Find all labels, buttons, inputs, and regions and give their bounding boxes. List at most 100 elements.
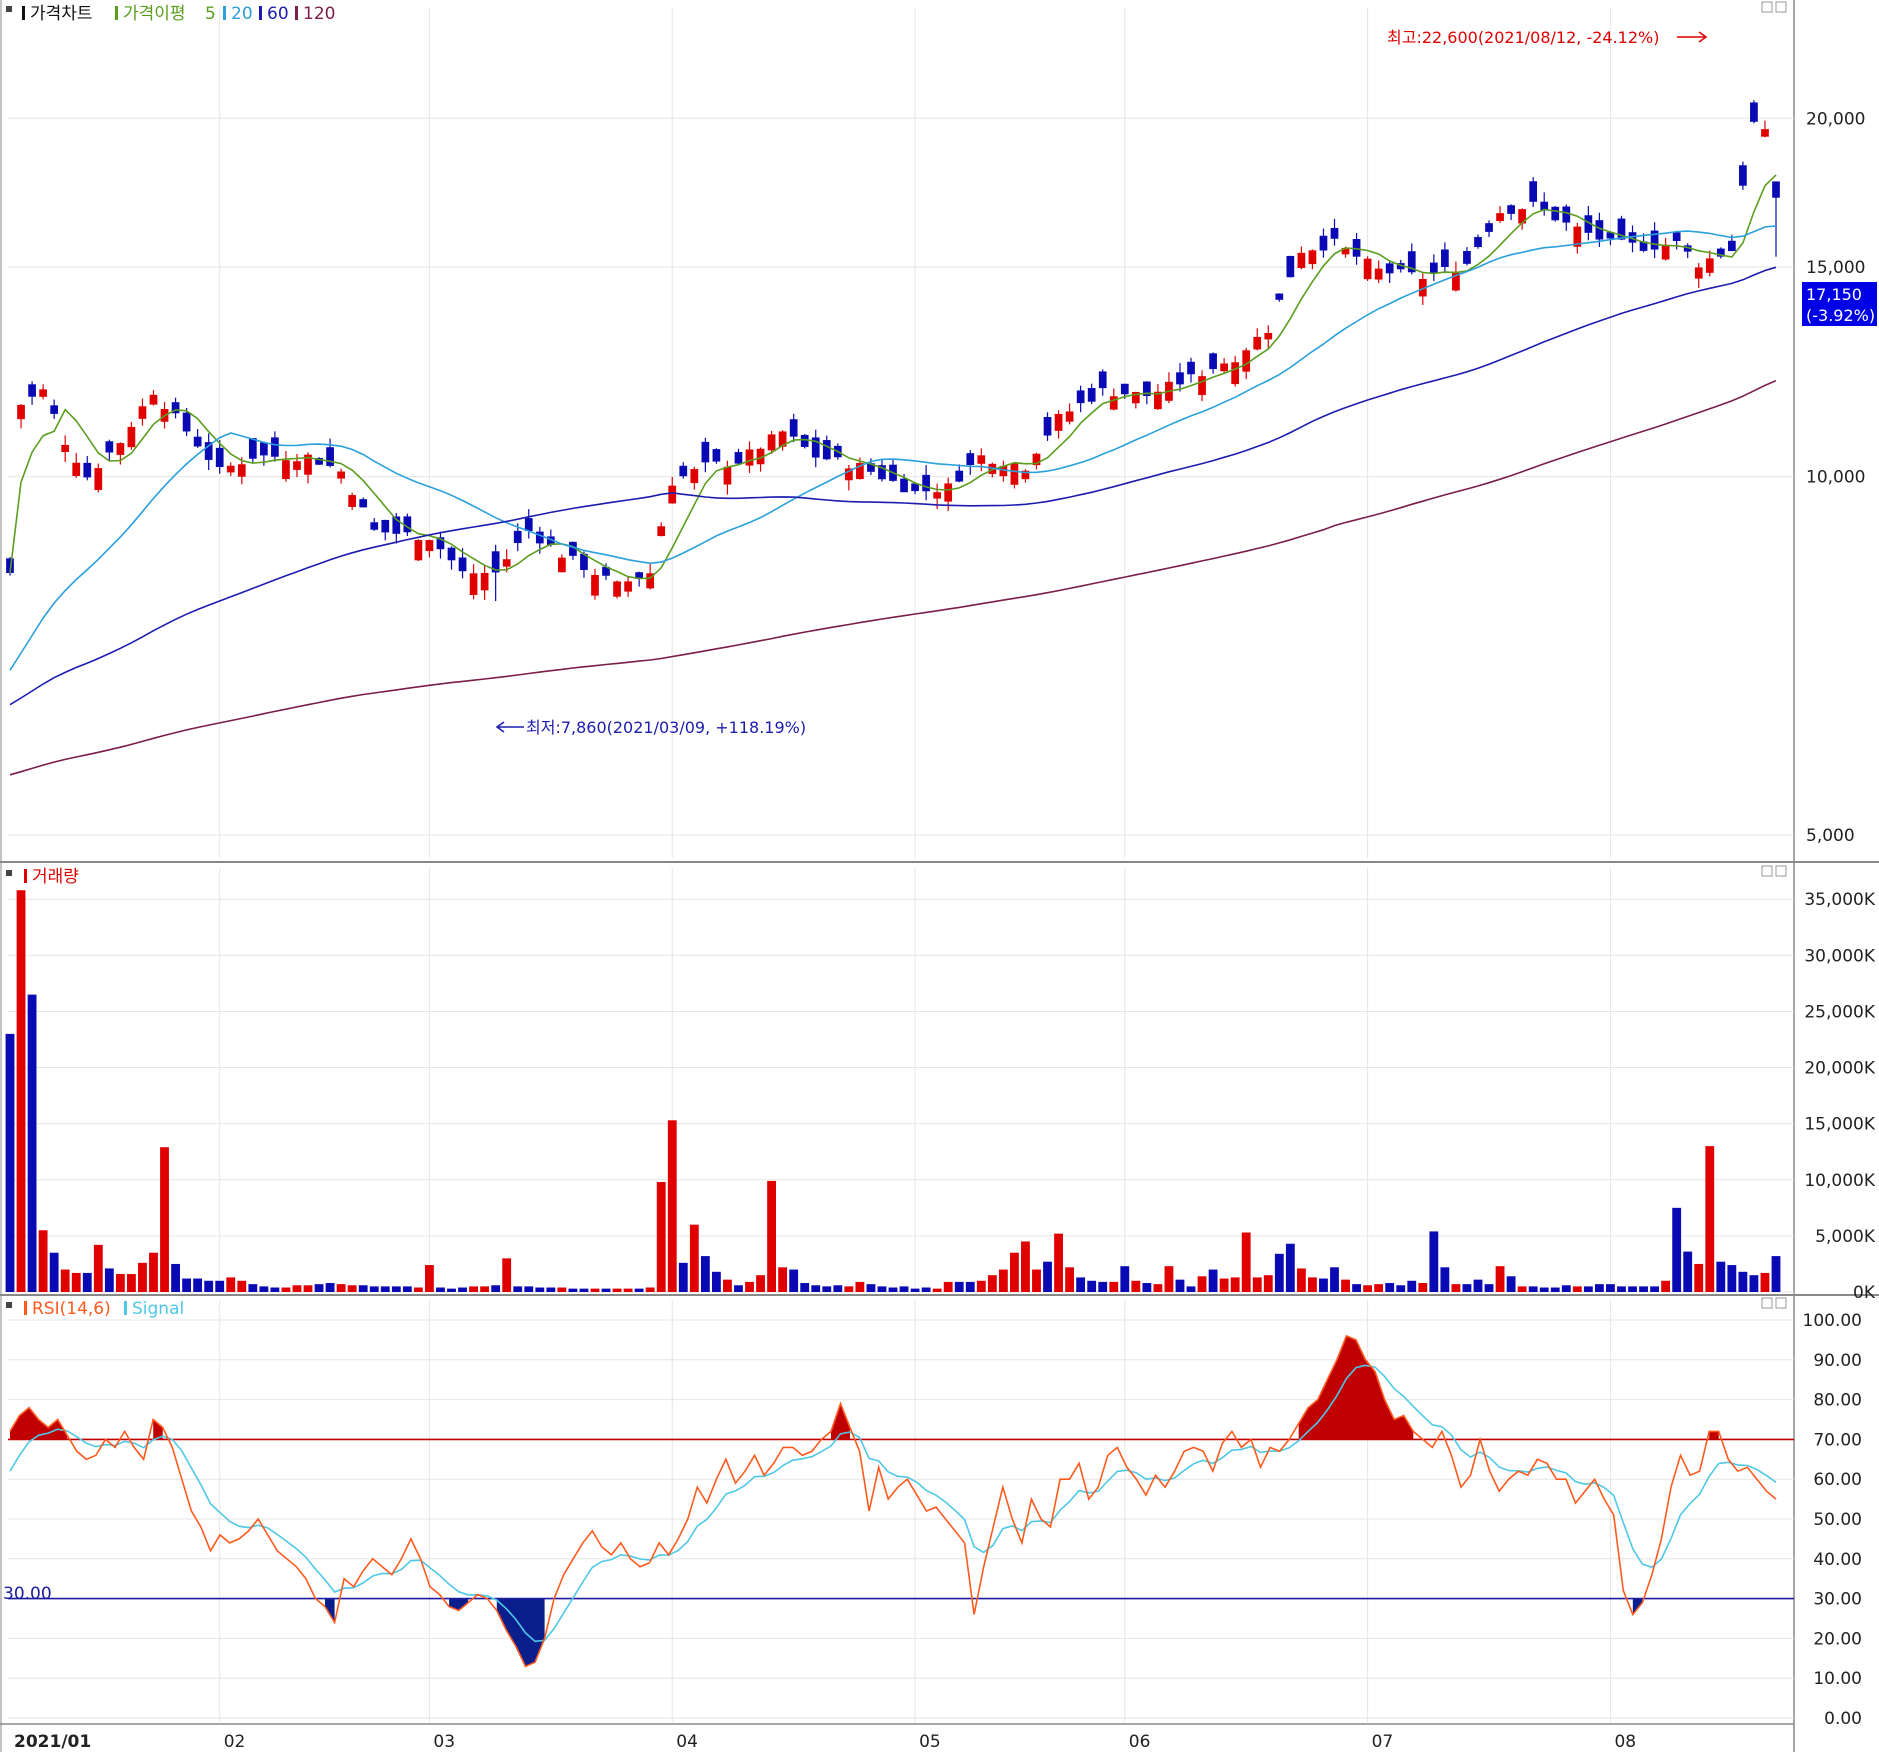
volume-bar xyxy=(259,1286,269,1292)
volume-bar xyxy=(1319,1278,1328,1292)
ma120-legend-marker xyxy=(295,6,298,20)
volume-bar xyxy=(1175,1279,1185,1292)
volume-bar xyxy=(601,1288,611,1292)
candle-body xyxy=(513,530,522,544)
candle-body xyxy=(94,468,103,491)
volume-bar xyxy=(325,1283,335,1292)
low-annotation: 최저:7,860(2021/03/09, +118.19%) xyxy=(526,718,806,737)
volume-bar xyxy=(1639,1286,1648,1292)
rsi-tick-label: 0.00 xyxy=(1824,1709,1862,1729)
volume-bar xyxy=(1374,1284,1384,1292)
candle-body xyxy=(61,444,70,452)
volume-bar xyxy=(844,1286,854,1292)
candle-body xyxy=(1231,362,1240,385)
candle-body xyxy=(1275,293,1284,300)
volume-bar xyxy=(1120,1266,1130,1292)
volume-tick-label: 10,000K xyxy=(1804,1171,1875,1191)
candle-body xyxy=(414,540,423,561)
ma20-legend-marker xyxy=(223,6,226,20)
volume-bar xyxy=(1131,1280,1141,1292)
candle-body xyxy=(447,547,456,561)
volume-bar xyxy=(1230,1277,1240,1292)
volume-bar xyxy=(270,1287,280,1292)
candle-body xyxy=(1187,361,1195,375)
candle-body xyxy=(237,464,246,477)
candle-body xyxy=(182,412,191,432)
panel-menu-icon[interactable] xyxy=(6,6,12,12)
volume-bar xyxy=(1308,1277,1317,1292)
candle-body xyxy=(767,434,776,451)
volume-bar xyxy=(1241,1232,1251,1292)
volume-bar xyxy=(1142,1283,1152,1292)
candle-body xyxy=(1209,353,1217,370)
high-annotation: 최고:22,600(2021/08/12, -24.12%) xyxy=(1387,28,1659,47)
candle-body xyxy=(116,443,125,455)
panel-menu-icon[interactable] xyxy=(6,870,12,876)
month-tick-label: 03 xyxy=(433,1732,455,1752)
candle-body xyxy=(458,557,467,572)
month-tick-label: 06 xyxy=(1129,1732,1151,1752)
volume-bar xyxy=(1065,1267,1075,1292)
volume-bar xyxy=(27,994,37,1292)
candle-body xyxy=(1076,390,1085,404)
volume-bar xyxy=(204,1280,214,1292)
rsi-overbought-fill xyxy=(1709,1431,1719,1440)
rsi-tick-label: 40.00 xyxy=(1813,1550,1862,1570)
volume-bar xyxy=(1363,1285,1373,1292)
rsi-tick-label: 20.00 xyxy=(1813,1629,1862,1649)
volume-bar xyxy=(480,1286,490,1292)
volume-bar xyxy=(126,1274,136,1292)
volume-bar xyxy=(535,1287,545,1292)
candle-body xyxy=(944,483,953,502)
candle-body xyxy=(723,466,732,485)
ma120-legend: 120 xyxy=(303,4,335,24)
candle-body xyxy=(1220,363,1228,372)
volume-bar xyxy=(932,1288,942,1292)
volume-bar xyxy=(822,1286,832,1292)
volume-bar xyxy=(1749,1275,1759,1292)
candle-body xyxy=(348,495,357,507)
volume-bar xyxy=(723,1279,732,1292)
volume-bar xyxy=(513,1286,523,1292)
candle-body xyxy=(800,434,809,447)
volume-bar xyxy=(833,1285,843,1292)
rsi-legend-marker xyxy=(24,1301,27,1315)
volume-bar xyxy=(1550,1287,1560,1292)
volume-bar xyxy=(1561,1285,1571,1292)
volume-bar xyxy=(1517,1286,1527,1292)
volume-bar xyxy=(645,1287,655,1292)
volume-bar xyxy=(82,1272,92,1292)
candle-body xyxy=(502,559,511,567)
volume-bar xyxy=(579,1288,589,1292)
volume-bar xyxy=(491,1285,501,1292)
volume-bar xyxy=(1771,1256,1781,1292)
panel-menu-icon[interactable] xyxy=(6,1302,12,1308)
candle-body xyxy=(657,526,666,537)
candle-body xyxy=(822,440,831,460)
candle-body xyxy=(1441,249,1449,267)
volume-bar xyxy=(711,1271,721,1292)
candle-body xyxy=(1109,396,1118,410)
ma60-legend-marker xyxy=(259,6,262,20)
volume-bar xyxy=(866,1284,876,1292)
price-legend-marker xyxy=(22,6,25,20)
volume-bar xyxy=(1683,1251,1693,1292)
volume-bar xyxy=(910,1288,920,1292)
price-legend: 가격차트 가격이평 5 20 60 120 xyxy=(6,4,335,24)
last-change-label: (-3.92%) xyxy=(1806,306,1875,325)
volume-bar xyxy=(104,1268,114,1292)
volume-bar xyxy=(954,1281,964,1292)
candle-body xyxy=(1297,252,1306,269)
volume-bar xyxy=(1661,1280,1671,1292)
ma20-legend: 20 xyxy=(231,4,253,24)
volume-bar xyxy=(1594,1284,1604,1292)
candle-body xyxy=(900,478,908,493)
volume-bar xyxy=(943,1281,953,1292)
candle-body xyxy=(922,474,930,492)
volume-bar xyxy=(1606,1284,1615,1292)
candle-body xyxy=(1043,417,1052,436)
volume-bar xyxy=(1021,1241,1030,1292)
volume-bar xyxy=(1076,1277,1086,1292)
volume-bar xyxy=(1418,1283,1428,1292)
volume-bar xyxy=(237,1280,247,1292)
